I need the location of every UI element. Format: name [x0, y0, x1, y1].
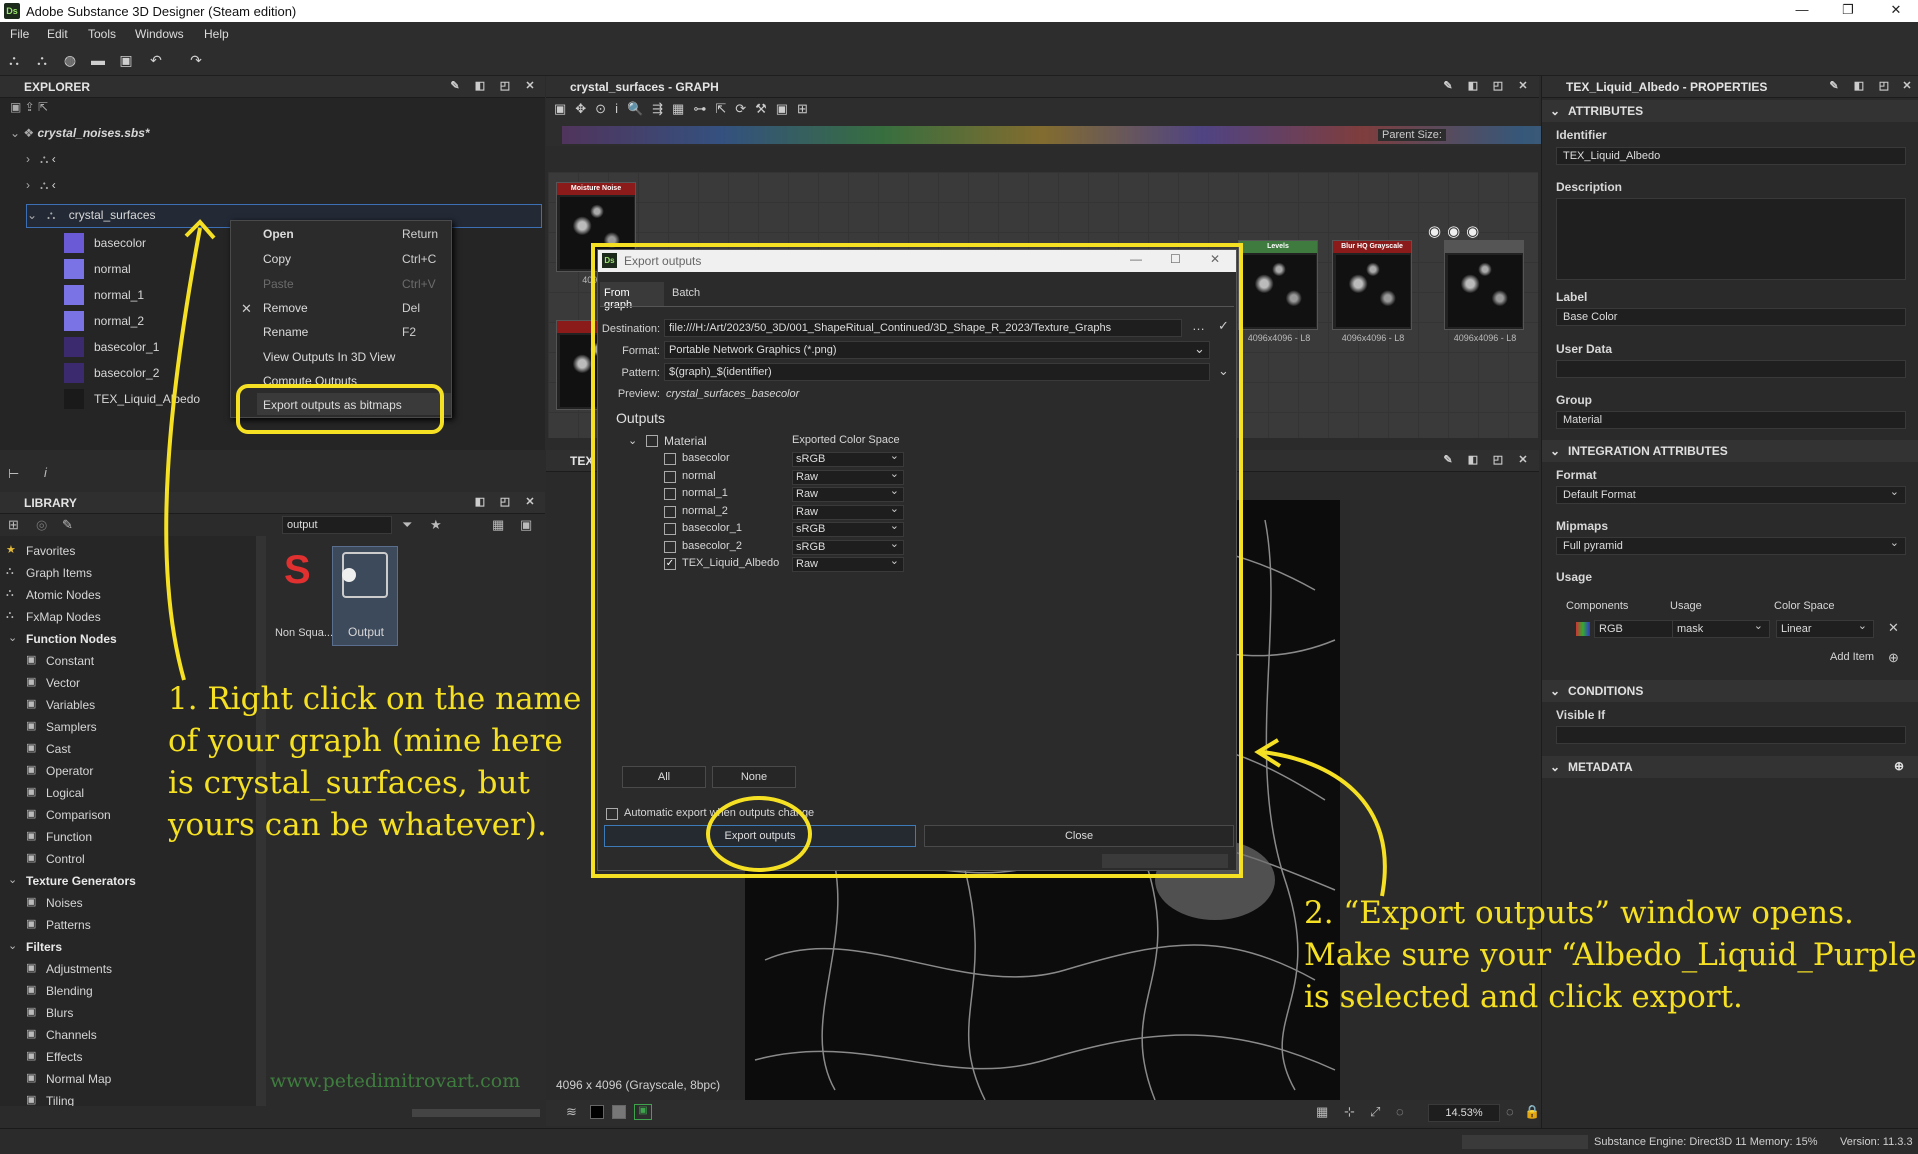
step1-annotation: 1. Right click on the name of your graph…	[168, 681, 582, 843]
step2-annotation: 2. “Export outputs” window opens. Make s…	[1304, 895, 1918, 1015]
watermark: www.petedimitrovart.com	[270, 1070, 521, 1092]
